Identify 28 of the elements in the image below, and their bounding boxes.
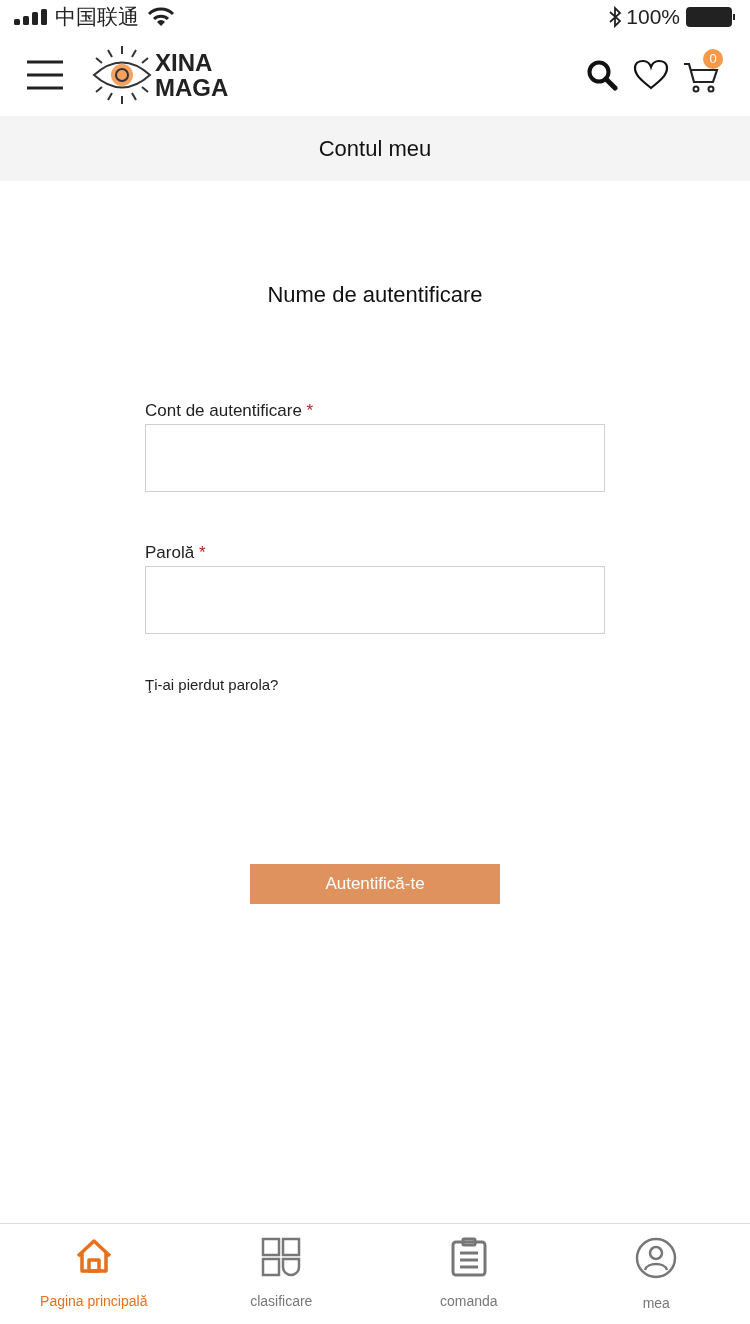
logo-text: XINA [155,50,214,75]
tab-bar-item[interactable]: Pagina principală [0,1224,188,1324]
page-title: Contul meu [318,135,432,163]
search-icon[interactable] [586,59,618,91]
signal-icon [14,9,48,25]
battery-percentage: 100% [626,4,680,31]
form-heading: Nume de autentificare [267,281,483,309]
input-field[interactable] [145,566,605,634]
eye-logo-icon [91,44,153,106]
heart-icon[interactable] [633,59,669,91]
tab-bar-item[interactable]: clasificare [187,1224,375,1324]
cart-count-badge: 0 [703,49,723,69]
battery-icon [686,6,736,28]
field-label: Cont de autentificare * [145,400,315,422]
field-label: Parolă * [145,542,207,564]
logo-text: MAGA [155,75,229,100]
input-field[interactable] [145,424,605,492]
bluetooth-icon [608,6,623,28]
cart-icon[interactable] [683,61,719,93]
user-icon [635,1237,678,1279]
tab-bar-item[interactable]: mea [562,1224,750,1324]
tab-bar-item[interactable]: comanda [375,1224,563,1324]
wifi-icon [147,7,175,27]
forgot-password-link[interactable]: Ţi-ai pierdut parola? [145,674,279,697]
login-button[interactable]: Autentifică-te [250,863,500,904]
menu-icon[interactable] [27,60,63,90]
category-grid-icon [261,1237,302,1277]
carrier-name: 中国联通 [55,4,139,31]
